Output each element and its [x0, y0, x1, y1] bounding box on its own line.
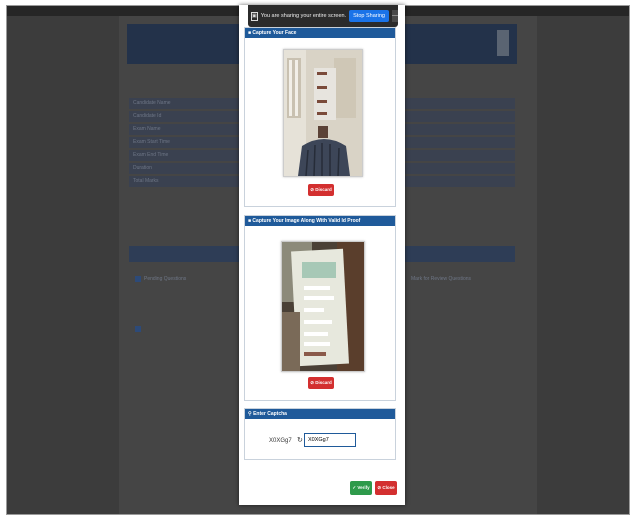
refresh-captcha-icon[interactable]: ↻: [297, 436, 303, 444]
background-header-logo: [497, 30, 509, 56]
id-proof-title: Capture Your Image Along With Valid Id P…: [252, 218, 361, 224]
screen-share-bar: ▣ You are sharing your entire screen. St…: [248, 5, 398, 27]
face-photo-image: [284, 50, 362, 176]
hide-share-bar-button[interactable]: —: [391, 10, 398, 22]
id-proof-header: ■ Capture Your Image Along With Valid Id…: [245, 216, 395, 226]
discard-face-label: Discard: [315, 187, 332, 192]
background-pending-swatch: [135, 276, 141, 282]
captcha-header: ⚲ Enter Captcha: [245, 409, 395, 419]
discard-face-button[interactable]: ⊘ Discard: [308, 184, 334, 196]
captcha-title: Enter Captcha: [253, 411, 287, 417]
face-photo: [283, 49, 363, 177]
verify-label: Verify: [357, 485, 370, 490]
face-capture-header: ■ Capture Your Face: [245, 28, 395, 38]
close-label: Close: [382, 485, 395, 490]
verify-button[interactable]: ✓ Verify: [350, 481, 372, 495]
id-proof-photo: [281, 241, 365, 372]
screen-share-message: You are sharing your entire screen.: [260, 13, 347, 19]
discard-id-proof-label: Discard: [315, 380, 332, 385]
id-proof-photo-image: [282, 242, 364, 371]
discard-id-proof-button[interactable]: ⊘ Discard: [308, 377, 334, 389]
background-checkbox: [135, 326, 141, 332]
background-pending-label: Pending Questions: [144, 276, 187, 282]
face-capture-title: Capture Your Face: [252, 30, 297, 36]
captcha-code: X0XGg7: [269, 438, 292, 444]
captcha-input[interactable]: [304, 433, 356, 447]
stop-sharing-button[interactable]: Stop Sharing: [349, 10, 389, 22]
close-button[interactable]: ⊘ Close: [375, 481, 397, 495]
background-review-label: Mark for Review Questions: [411, 276, 472, 282]
screen-share-icon: ▣: [251, 11, 258, 21]
